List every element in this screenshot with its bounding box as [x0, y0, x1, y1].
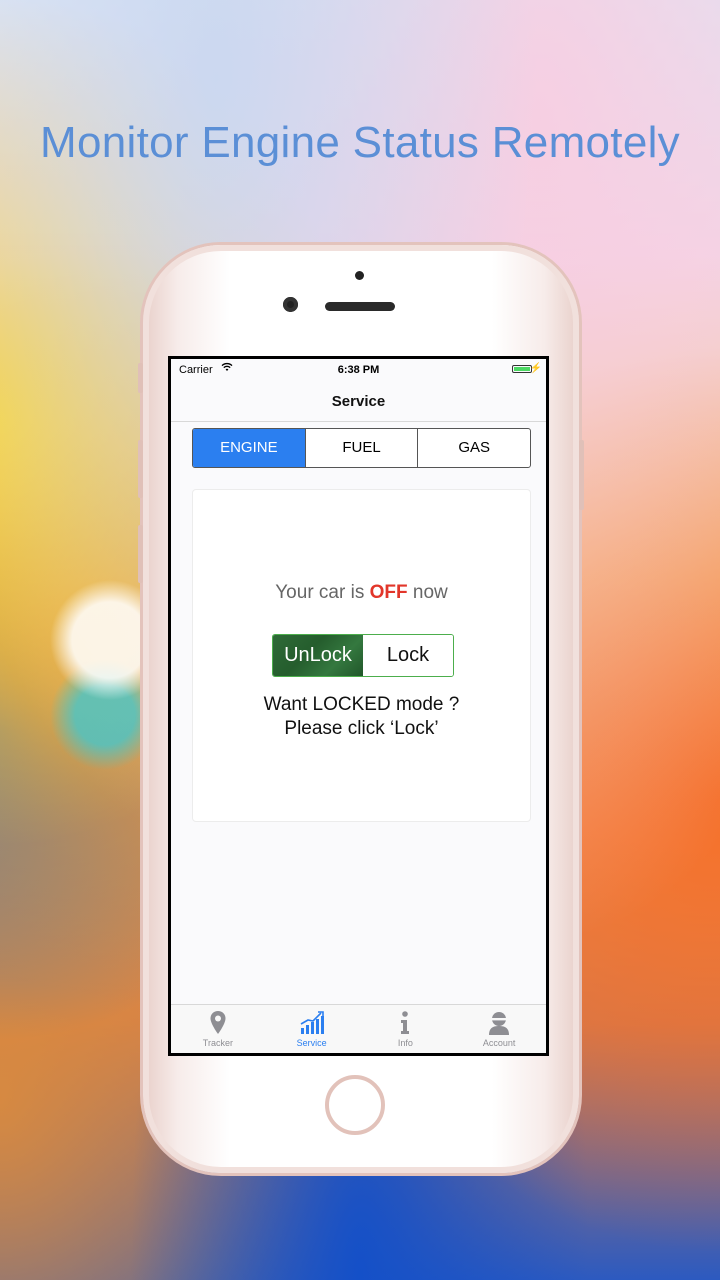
volume-down-button [138, 525, 143, 583]
segment-fuel[interactable]: FUEL [304, 429, 418, 467]
clock: 6:38 PM [337, 364, 380, 376]
headline: Monitor Engine Status Remotely [40, 118, 680, 167]
page-title: Service [331, 393, 386, 410]
lock-toggle: UnLock Lock [272, 634, 454, 677]
tab-bar: Tracker Service Info Account [171, 1004, 546, 1053]
lock-button[interactable]: Lock [363, 635, 453, 676]
tab-label-tracker: Tracker [202, 1038, 233, 1048]
engine-status-text: Your car is OFF now [193, 582, 530, 604]
tab-label-info: Info [397, 1038, 413, 1048]
home-button[interactable] [325, 1075, 385, 1135]
tab-info[interactable]: Info [359, 1005, 453, 1053]
charging-bolt-icon: ⚡ [529, 363, 542, 374]
status-bar: Carrier 6:38 PM ⚡ [171, 359, 546, 381]
segment-gas[interactable]: GAS [417, 429, 530, 467]
status-suffix: now [412, 582, 448, 603]
tab-label-service: Service [296, 1038, 327, 1048]
front-camera [283, 297, 298, 312]
tab-label-account: Account [482, 1038, 516, 1048]
engine-card: Your car is OFF now UnLock Lock Want LOC… [192, 489, 531, 822]
volume-up-button [138, 440, 143, 498]
phone-screen: Carrier 6:38 PM ⚡ Service ENGINE FUEL GA… [168, 356, 549, 1056]
lock-hint: Want LOCKED mode ? Please click ‘Lock’ [193, 693, 530, 741]
info-icon [359, 1010, 453, 1038]
mute-switch [138, 363, 143, 393]
chart-icon [265, 1010, 359, 1038]
proximity-sensor [355, 271, 364, 280]
tab-service[interactable]: Service [265, 1005, 359, 1053]
service-segmented-control: ENGINE FUEL GAS [192, 428, 531, 468]
unlock-button[interactable]: UnLock [273, 635, 363, 676]
earpiece-speaker [325, 302, 395, 311]
segment-engine[interactable]: ENGINE [193, 429, 305, 467]
user-icon [452, 1010, 546, 1038]
location-pin-icon [171, 1010, 265, 1038]
status-prefix: Your car is [275, 582, 365, 603]
navigation-bar: Service [171, 381, 546, 422]
engine-status-value: OFF [369, 582, 408, 603]
hint-line-2: Please click ‘Lock’ [284, 718, 439, 739]
phone-frame: Carrier 6:38 PM ⚡ Service ENGINE FUEL GA… [138, 245, 584, 1173]
tab-tracker[interactable]: Tracker [171, 1005, 265, 1053]
tab-account[interactable]: Account [452, 1005, 546, 1053]
power-button [579, 440, 584, 510]
hint-line-1: Want LOCKED mode ? [263, 694, 460, 715]
